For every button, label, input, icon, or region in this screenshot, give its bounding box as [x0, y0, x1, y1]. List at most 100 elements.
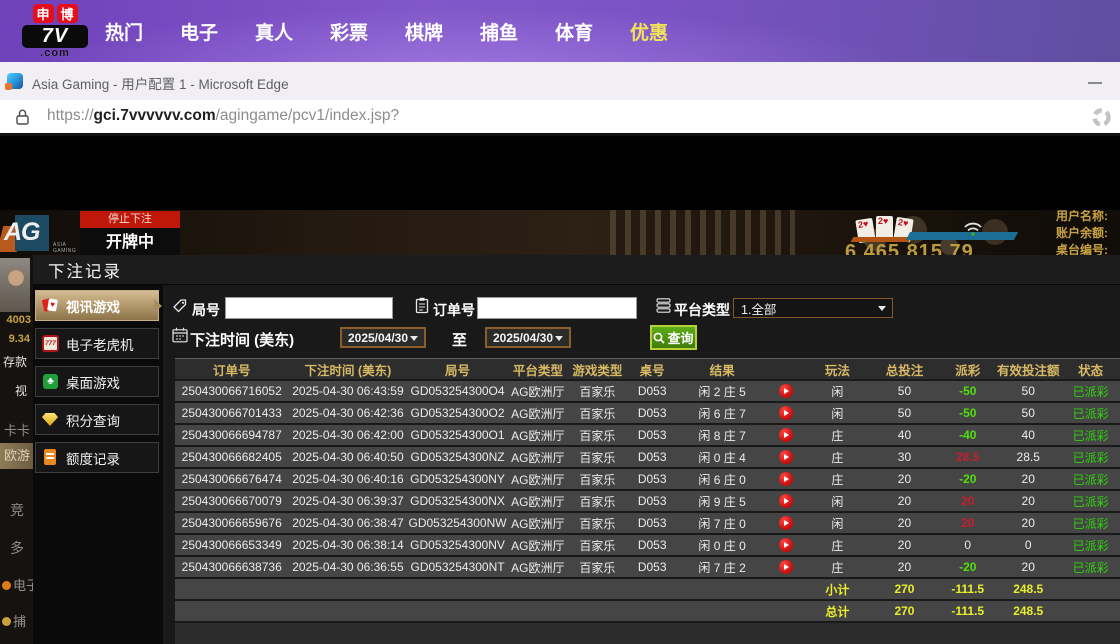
- sidebar-item-live-games[interactable]: ♥ 视讯游戏: [35, 290, 159, 321]
- platform-type-value: 1.全部: [741, 299, 776, 318]
- lobby-dianzi[interactable]: 电子: [2, 575, 33, 594]
- table-row: 2504300666764742025-04-30 06:40:16GD0532…: [175, 469, 1120, 489]
- cell-time: 2025-04-30 06:43:59: [288, 384, 407, 398]
- cell-payout: -20: [940, 472, 995, 486]
- sidebar-item-points-query[interactable]: 积分查询: [35, 404, 159, 435]
- lock-icon[interactable]: [15, 108, 30, 131]
- nav-item-fishing[interactable]: 捕鱼: [480, 18, 518, 45]
- cell-play: 庄: [806, 559, 868, 576]
- lobby-eu-selected[interactable]: 欧游: [0, 443, 33, 469]
- platform-type-select[interactable]: 1.全部: [733, 298, 893, 318]
- col-header-round: 局号: [407, 360, 507, 379]
- cell-platform: AG欧洲厅: [508, 427, 568, 444]
- sidebar-item-table-games[interactable]: ♣ 桌面游戏: [35, 366, 159, 397]
- cell-round: GD053254300O4: [407, 384, 507, 398]
- cell-status: 已派彩: [1061, 405, 1120, 422]
- nav-item-live[interactable]: 真人: [255, 18, 293, 45]
- ag-logo-subtext: ASIA GAMING: [53, 242, 80, 254]
- lobby-dianzi-label: 电子: [13, 578, 33, 593]
- play-video-icon[interactable]: [779, 384, 793, 398]
- cell-time: 2025-04-30 06:39:37: [288, 494, 407, 508]
- nav-item-cards[interactable]: 棋牌: [405, 18, 443, 45]
- lobby-points: 4003: [7, 314, 31, 326]
- cell-order: 250430066676474: [175, 472, 288, 486]
- chevron-down-icon: [878, 306, 886, 315]
- round-input[interactable]: [225, 297, 393, 319]
- bg-stripes: [610, 210, 795, 258]
- site-logo[interactable]: 申 博 7V .com: [22, 4, 88, 60]
- cell-result: 闲 9 庄 5: [678, 493, 767, 510]
- cell-round: GD053254300NX: [407, 494, 507, 508]
- cell-game: 百家乐: [568, 471, 627, 488]
- cards-icon: ♥: [42, 297, 59, 314]
- nav-item-sports[interactable]: 体育: [555, 18, 593, 45]
- cell-status: 已派彩: [1061, 471, 1120, 488]
- cell-valid: 20: [995, 516, 1061, 530]
- cell-platform: AG欧洲厅: [508, 405, 568, 422]
- cell-video: [767, 538, 807, 553]
- lobby-kaka[interactable]: 卡卡: [4, 420, 30, 439]
- cell-result: 闲 0 庄 0: [678, 537, 767, 554]
- url-domain: gci.7vvvvvv.com: [94, 107, 216, 124]
- cell-round: GD053254300NV: [407, 538, 507, 552]
- play-video-icon[interactable]: [779, 406, 793, 420]
- nav-item-slots[interactable]: 电子: [180, 18, 218, 45]
- cell-video: [767, 472, 807, 487]
- play-video-icon[interactable]: [779, 472, 793, 486]
- chevron-down-icon: [555, 336, 563, 345]
- lobby-deposit[interactable]: 存款: [3, 353, 27, 370]
- total-payout: -111.5: [940, 604, 995, 618]
- sidebar-item-label: 桌面游戏: [66, 372, 120, 392]
- cell-order: 250430066716052: [175, 384, 288, 398]
- logo-badge: 博: [57, 4, 78, 23]
- table-row: 2504300666533492025-04-30 06:38:14GD0532…: [175, 535, 1120, 555]
- cell-bet: 20: [869, 560, 941, 574]
- col-header-game: 游戏类型: [568, 360, 627, 379]
- play-video-icon[interactable]: [779, 538, 793, 552]
- round-label: 局号: [192, 300, 220, 320]
- cell-play: 闲: [806, 383, 868, 400]
- play-video-icon[interactable]: [779, 516, 793, 530]
- nav-item-lottery[interactable]: 彩票: [330, 18, 368, 45]
- url-text[interactable]: https://gci.7vvvvvv.com/agingame/pcv1/in…: [47, 107, 399, 125]
- sidebar-item-quota-records[interactable]: 额度记录: [35, 442, 159, 473]
- lobby-jing[interactable]: 竞: [10, 500, 24, 520]
- lobby-duo[interactable]: 多: [10, 538, 24, 558]
- casino-background-strip: AG ASIA GAMING 停止下注 开牌中 2♥ 2♥ 2♥ 6,465,8…: [0, 210, 1120, 258]
- lobby-left-column: 4003 9.34 存款 视 卡卡 欧游 竞 多 电子 捕: [0, 258, 33, 644]
- lobby-video[interactable]: 视: [15, 382, 27, 399]
- cell-order: 250430066653349: [175, 538, 288, 552]
- nav-item-promo[interactable]: 优惠: [630, 18, 668, 45]
- play-video-icon[interactable]: [779, 450, 793, 464]
- play-video-icon[interactable]: [779, 428, 793, 442]
- cell-video: [767, 450, 807, 465]
- cell-table: D053: [627, 516, 678, 530]
- date-from-select[interactable]: 2025/04/30: [340, 327, 426, 348]
- ag-logo: AG ASIA GAMING: [0, 211, 80, 257]
- sidebar-item-slots[interactable]: 777 电子老虎机: [35, 328, 159, 359]
- cell-platform: AG欧洲厅: [508, 515, 568, 532]
- cell-play: 闲: [806, 493, 868, 510]
- play-video-icon[interactable]: [779, 560, 793, 574]
- col-header-time: 下注时间 (美东): [288, 360, 407, 379]
- minimize-button[interactable]: [1088, 82, 1102, 84]
- search-button[interactable]: 查询: [650, 325, 697, 350]
- cell-status: 已派彩: [1061, 515, 1120, 532]
- stop-betting-badge: 停止下注: [80, 211, 180, 228]
- order-input[interactable]: [477, 297, 637, 319]
- clipboard-icon: [414, 297, 430, 319]
- cell-bet: 20: [869, 494, 941, 508]
- date-to-select[interactable]: 2025/04/30: [485, 327, 571, 348]
- browser-spinner-icon[interactable]: [1090, 106, 1113, 134]
- cell-video: [767, 494, 807, 509]
- cell-valid: 20: [995, 472, 1061, 486]
- to-label: 至: [452, 329, 467, 350]
- avatar: [0, 258, 30, 312]
- col-header-result: 结果: [678, 360, 767, 379]
- nav-item-hot[interactable]: 热门: [105, 18, 143, 45]
- play-video-icon[interactable]: [779, 494, 793, 508]
- cell-valid: 20: [995, 560, 1061, 574]
- total-bet: 270: [869, 604, 941, 618]
- table-header-row: 订单号 下注时间 (美东) 局号 平台类型 游戏类型 桌号 结果 玩法 总投注 …: [175, 358, 1120, 379]
- lobby-bu[interactable]: 捕: [2, 611, 26, 630]
